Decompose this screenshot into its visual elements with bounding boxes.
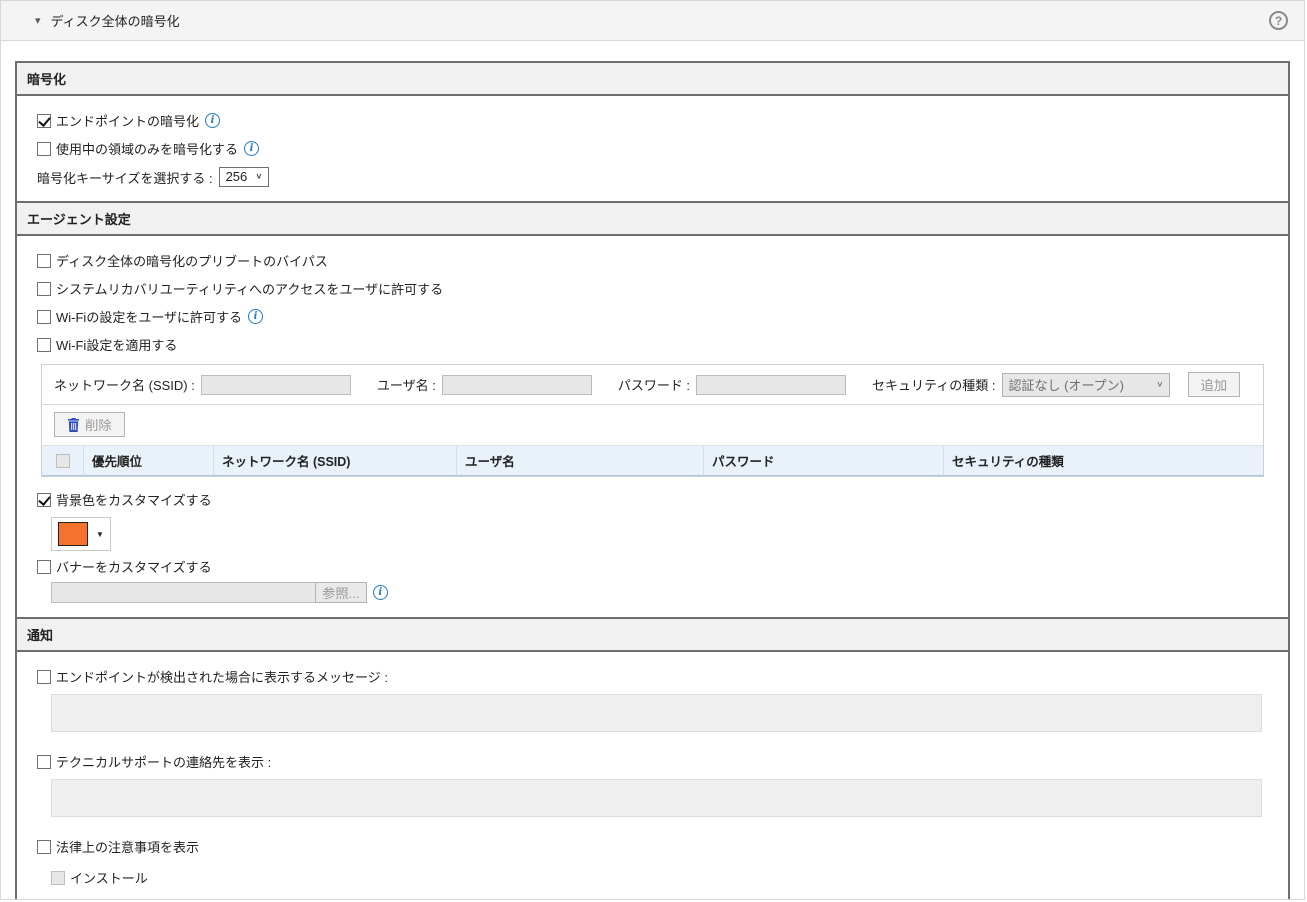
chevron-down-icon: ∨ [1156,380,1163,389]
table-header-username: ユーザ名 [457,446,704,476]
endpoint-message-checkbox[interactable] [37,670,51,684]
preboot-bypass-label: ディスク全体の暗号化のプリブートのバイパス [56,251,328,270]
allow-recovery-row: システムリカバリユーティリティへのアクセスをユーザに許可する [37,279,1278,298]
dropdown-arrow-icon: ▼ [96,530,104,539]
chevron-down-icon: ∨ [255,172,262,181]
legal-install-row: インストール [51,868,1278,887]
add-button[interactable]: 追加 [1188,372,1241,397]
banner-path-input[interactable] [51,582,316,603]
custom-banner-checkbox[interactable] [37,560,51,574]
browse-button[interactable]: 参照... [315,582,367,603]
support-contact-label: テクニカルサポートの連絡先を表示 : [56,752,271,771]
encrypt-used-only-label: 使用中の領域のみを暗号化する [56,139,238,158]
key-size-select[interactable]: 256 ∨ [219,167,269,187]
section-header-agent: エージェント設定 [17,201,1288,236]
custom-bg-row: 背景色をカスタマイズする [37,490,1278,509]
security-type-select[interactable]: 認証なし (オープン) ∨ [1002,373,1170,397]
wifi-add-form: ネットワーク名 (SSID) : ユーザ名 : パスワード : セキュリティの種… [42,365,1263,405]
password-input[interactable] [696,375,846,395]
table-header-priority: 優先順位 [84,446,214,476]
collapse-chevron-icon[interactable]: ▾ [35,14,41,27]
info-icon[interactable]: i [248,309,263,324]
wifi-table-header: 優先順位 ネットワーク名 (SSID) ユーザ名 パスワード セキュリティの種類 [42,445,1263,476]
support-contact-checkbox[interactable] [37,755,51,769]
page-header-bar[interactable]: ▾ ディスク全体の暗号化 ? [1,1,1304,41]
trash-icon [67,418,80,432]
section-body-agent: ディスク全体の暗号化のプリブートのバイパス システムリカバリユーティリティへのア… [17,236,1288,617]
key-size-label: 暗号化キーサイズを選択する : [37,168,213,187]
preboot-bypass-checkbox[interactable] [37,254,51,268]
legal-startup-row: スタートアップ [51,896,1278,900]
table-header-ssid: ネットワーク名 (SSID) [214,446,457,476]
banner-file-row: 参照... i [51,582,1278,603]
allow-recovery-label: システムリカバリユーティリティへのアクセスをユーザに許可する [56,279,443,298]
allow-recovery-checkbox[interactable] [37,282,51,296]
encrypt-used-only-checkbox[interactable] [37,142,51,156]
page-title: ディスク全体の暗号化 [51,11,180,30]
section-header-encryption: 暗号化 [17,63,1288,96]
section-body-notification: エンドポイントが検出された場合に表示するメッセージ : テクニカルサポートの連絡… [17,652,1288,900]
encrypt-endpoint-label: エンドポイントの暗号化 [56,111,199,130]
endpoint-message-textarea[interactable] [51,694,1262,732]
table-header-security: セキュリティの種類 [944,446,1263,476]
settings-panel: 暗号化 エンドポイントの暗号化 i 使用中の領域のみを暗号化する i 暗号化キー… [15,61,1290,900]
wifi-toolbar: 削除 [42,405,1263,445]
help-icon[interactable]: ? [1269,11,1288,30]
endpoint-message-row: エンドポイントが検出された場合に表示するメッセージ : [37,667,1278,686]
delete-button[interactable]: 削除 [54,412,125,437]
full-disk-encryption-page: ▾ ディスク全体の暗号化 ? 暗号化 エンドポイントの暗号化 i 使用中の領域の… [0,0,1305,900]
legal-startup-label: スタートアップ [70,896,161,900]
legal-startup-checkbox[interactable] [51,899,65,901]
info-icon[interactable]: i [244,141,259,156]
custom-bg-checkbox[interactable] [37,493,51,507]
encrypt-endpoint-row: エンドポイントの暗号化 i [37,111,1278,130]
password-label: パスワード : [618,375,690,394]
support-contact-textarea[interactable] [51,779,1262,817]
endpoint-message-label: エンドポイントが検出された場合に表示するメッセージ : [56,667,388,686]
select-all-checkbox[interactable] [56,454,70,468]
wifi-settings-panel: ネットワーク名 (SSID) : ユーザ名 : パスワード : セキュリティの種… [41,364,1264,477]
bg-color-picker[interactable]: ▼ [51,517,111,551]
info-icon[interactable]: i [373,585,388,600]
security-type-value: 認証なし (オープン) [1009,375,1125,394]
table-header-select [42,446,84,476]
preboot-bypass-row: ディスク全体の暗号化のプリブートのバイパス [37,251,1278,270]
custom-banner-row: バナーをカスタマイズする [37,557,1278,576]
apply-wifi-row: Wi-Fi設定を適用する [37,335,1278,354]
delete-button-label: 削除 [85,415,112,434]
custom-bg-label: 背景色をカスタマイズする [56,490,212,509]
username-input[interactable] [442,375,592,395]
allow-wifi-row: Wi-Fiの設定をユーザに許可する i [37,307,1278,326]
security-type-label: セキュリティの種類 : [872,375,995,394]
color-swatch [58,522,88,546]
encrypt-endpoint-checkbox[interactable] [37,114,51,128]
key-size-value: 256 [226,169,248,184]
custom-banner-label: バナーをカスタマイズする [56,557,212,576]
legal-install-label: インストール [70,868,148,887]
key-size-row: 暗号化キーサイズを選択する : 256 ∨ [37,167,1278,187]
section-body-encryption: エンドポイントの暗号化 i 使用中の領域のみを暗号化する i 暗号化キーサイズを… [17,96,1288,201]
support-contact-row: テクニカルサポートの連絡先を表示 : [37,752,1278,771]
table-header-password: パスワード [704,446,944,476]
ssid-label: ネットワーク名 (SSID) : [54,375,195,394]
legal-install-checkbox[interactable] [51,871,65,885]
legal-notice-label: 法律上の注意事項を表示 [56,837,199,856]
encrypt-used-only-row: 使用中の領域のみを暗号化する i [37,139,1278,158]
ssid-input[interactable] [201,375,351,395]
allow-wifi-checkbox[interactable] [37,310,51,324]
apply-wifi-checkbox[interactable] [37,338,51,352]
apply-wifi-label: Wi-Fi設定を適用する [56,335,177,354]
section-header-notification: 通知 [17,617,1288,652]
legal-notice-checkbox[interactable] [37,840,51,854]
allow-wifi-label: Wi-Fiの設定をユーザに許可する [56,307,242,326]
info-icon[interactable]: i [205,113,220,128]
username-label: ユーザ名 : [377,375,436,394]
legal-notice-row: 法律上の注意事項を表示 [37,837,1278,856]
